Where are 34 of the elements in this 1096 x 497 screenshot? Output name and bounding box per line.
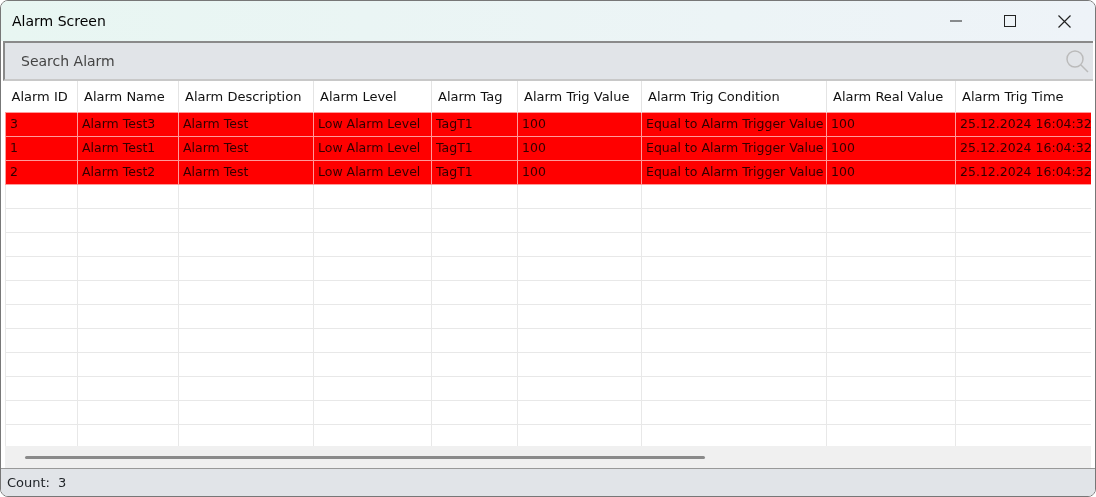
table-cell: 1 — [5, 136, 78, 160]
table-cell: Low Alarm Level — [313, 160, 432, 184]
table-cell: Alarm Test1 — [77, 136, 179, 160]
table-cell: Alarm Test2 — [77, 160, 179, 184]
table-cell: 25.12.2024 16:04:32 — [955, 112, 1091, 136]
count-label: Count: — [7, 473, 50, 492]
close-icon[interactable] — [1057, 14, 1071, 28]
table-cell: Alarm Test — [178, 136, 314, 160]
table-cell: 100 — [517, 136, 642, 160]
count-value: 3 — [58, 473, 67, 492]
table-cell: Low Alarm Level — [313, 136, 432, 160]
table-cell: Alarm Test — [178, 160, 314, 184]
table-cell: 100 — [826, 136, 956, 160]
maximize-icon[interactable] — [1004, 15, 1016, 27]
table-cell: Low Alarm Level — [313, 112, 432, 136]
table-cell: TagT1 — [431, 160, 518, 184]
table-cell: 100 — [826, 112, 956, 136]
table-cell: Equal to Alarm Trigger Value — [641, 160, 827, 184]
search-field[interactable]: Search Alarm — [3, 41, 1093, 81]
table-cell: 2 — [5, 160, 78, 184]
table-cell: Equal to Alarm Trigger Value — [641, 112, 827, 136]
table-cell: TagT1 — [431, 136, 518, 160]
table-cell: 100 — [517, 160, 642, 184]
table-cell: 25.12.2024 16:04:32 — [955, 136, 1091, 160]
table-cell: Alarm Test — [178, 112, 314, 136]
table-cell: 100 — [826, 160, 956, 184]
table-cell: Equal to Alarm Trigger Value — [641, 136, 827, 160]
table-cell: Alarm Test3 — [77, 112, 179, 136]
window-title: Alarm Screen — [12, 11, 107, 31]
table-cell: 100 — [517, 112, 642, 136]
table-cell: TagT1 — [431, 112, 518, 136]
scrollbar-thumb[interactable] — [25, 455, 705, 459]
table-cell: 3 — [5, 112, 78, 136]
table-cell: 25.12.2024 16:04:32 — [955, 160, 1091, 184]
